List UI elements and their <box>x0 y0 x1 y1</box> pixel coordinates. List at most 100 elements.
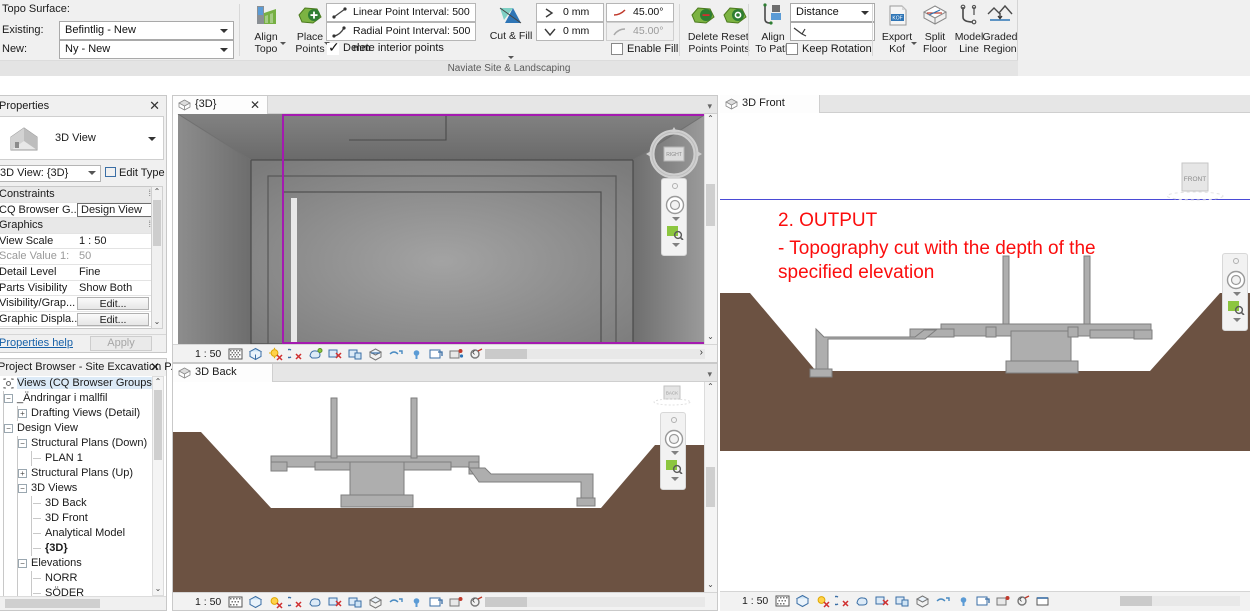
enable-fill-checkbox[interactable] <box>611 43 623 55</box>
apply-button[interactable]: Apply <box>90 336 152 351</box>
property-row[interactable]: CQ Browser G...Design View <box>0 203 155 219</box>
render-dialog-icon[interactable] <box>855 594 870 608</box>
show-crop-region-icon[interactable] <box>348 595 363 609</box>
property-row[interactable]: Visibility/Grap...Edit... <box>0 296 155 312</box>
steering-wheel-icon[interactable] <box>664 429 684 449</box>
steering-wheel-icon[interactable] <box>1226 270 1246 290</box>
scroll-down-icon[interactable]: ⌄ <box>152 317 162 328</box>
project-browser-node[interactable]: +Structural Plans (Up) <box>0 466 153 481</box>
navigation-bar-3d-back[interactable] <box>660 412 686 490</box>
temporary-hide-isolate-icon[interactable] <box>936 594 951 608</box>
property-edit-button[interactable]: Edit... <box>77 297 149 310</box>
constraints-icon[interactable] <box>1016 594 1031 608</box>
reveal-hidden-icon[interactable] <box>956 594 971 608</box>
scroll-left-icon[interactable]: ‹ <box>1019 594 1022 605</box>
existing-topo-surface-dropdown[interactable]: Befintlig - New <box>59 21 234 40</box>
tab-overflow-icon[interactable]: ▾ <box>707 369 712 380</box>
scroll-up-icon[interactable]: ⌃ <box>153 377 163 388</box>
project-browser-node[interactable]: 3D Back <box>0 496 153 511</box>
align-path-field[interactable] <box>790 22 875 41</box>
align-mode-dropdown[interactable]: Distance <box>790 3 875 22</box>
properties-scrollbar[interactable]: ⌃ ⌄ <box>151 186 163 329</box>
navigation-bar-3d-front[interactable] <box>1222 253 1248 331</box>
analytical-model-icon[interactable] <box>996 594 1011 608</box>
sun-path-icon[interactable] <box>268 595 283 609</box>
properties-help-link[interactable]: Properties help <box>0 337 73 349</box>
dropdown-arrow-icon[interactable] <box>508 56 514 59</box>
sun-path-icon[interactable] <box>268 347 283 361</box>
scrollbar-thumb[interactable] <box>153 200 161 246</box>
canvas-hscroll-thumb[interactable] <box>485 349 527 359</box>
tree-collapse-icon[interactable]: − <box>4 424 13 433</box>
tab-3d[interactable]: {3D} ✕ <box>173 96 268 114</box>
tree-expand-icon[interactable]: + <box>18 469 27 478</box>
render-dialog-icon[interactable] <box>308 595 323 609</box>
view-scale-3d[interactable]: 1 : 50 <box>195 348 221 360</box>
project-browser-node[interactable]: +Drafting Views (Detail) <box>0 406 153 421</box>
project-browser-node[interactable]: −Structural Plans (Down) <box>0 436 153 451</box>
property-row[interactable]: Detail LevelFine <box>0 265 155 281</box>
canvas-vscrollbar-3d-back[interactable]: ⌃ ⌄ <box>704 382 717 592</box>
canvas-3d-back[interactable]: BACK ⌃ <box>173 382 717 592</box>
project-browser-node[interactable]: −3D Views <box>0 481 153 496</box>
new-topo-surface-dropdown[interactable]: Ny - New <box>59 40 234 59</box>
project-browser-scrollbar[interactable]: ⌃ ⌄ <box>152 376 164 596</box>
steering-wheel-icon[interactable] <box>665 195 685 215</box>
project-browser-node[interactable]: {3D} <box>0 541 153 556</box>
scroll-down-icon[interactable]: ⌄ <box>705 332 716 344</box>
scroll-left-icon[interactable]: ‹ <box>472 595 475 606</box>
project-browser-node[interactable]: −Elevations <box>0 556 153 571</box>
shadows-off-icon[interactable] <box>835 594 850 608</box>
design-options-icon[interactable] <box>1036 594 1051 608</box>
chevron-down-icon[interactable] <box>1233 318 1241 322</box>
section-box-icon[interactable] <box>368 595 383 609</box>
section-box-icon[interactable] <box>915 594 930 608</box>
temporary-hide-isolate-icon[interactable] <box>389 347 404 361</box>
temporary-view-properties-icon[interactable] <box>429 595 444 609</box>
analytical-model-icon[interactable] <box>449 347 464 361</box>
scroll-up-icon[interactable]: ⌃ <box>705 114 716 126</box>
delete-interior-points-checkbox[interactable]: ✓ <box>327 43 339 55</box>
sun-path-icon[interactable] <box>815 594 830 608</box>
project-browser-hscrollbar[interactable] <box>0 596 166 610</box>
view-cube-3d-front[interactable]: FRONT <box>1164 161 1226 205</box>
align-topo-button[interactable]: AlignTopo <box>244 1 288 59</box>
chevron-down-icon[interactable] <box>672 217 680 221</box>
detail-level-icon[interactable] <box>228 595 243 609</box>
canvas-hscroll-thumb[interactable] <box>1120 596 1152 606</box>
scrollbar-thumb[interactable] <box>706 467 715 507</box>
crop-region-off-icon[interactable] <box>328 595 343 609</box>
close-icon[interactable]: ✕ <box>150 360 160 374</box>
angle-top-field[interactable]: 45.00° <box>606 3 674 22</box>
tree-collapse-icon[interactable]: − <box>18 559 27 568</box>
visual-style-icon[interactable] <box>248 347 263 361</box>
properties-type-selector[interactable]: 3D View: {3D} <box>0 165 101 182</box>
temporary-hide-isolate-icon[interactable] <box>389 595 404 609</box>
project-browser-node[interactable]: PLAN 1 <box>0 451 153 466</box>
tree-collapse-icon[interactable]: − <box>4 394 13 403</box>
tree-collapse-icon[interactable]: − <box>18 439 27 448</box>
tab-overflow-icon[interactable]: ▾ <box>707 101 712 112</box>
property-value-field[interactable]: Design View <box>77 203 152 217</box>
property-row[interactable]: Graphic Displa...Edit... <box>0 312 155 328</box>
scrollbar-thumb[interactable] <box>706 184 715 226</box>
canvas-3d-front[interactable]: FRONT 2. OUTPUT - Topography cut with th… <box>720 113 1250 591</box>
edit-type-button[interactable]: Edit Type <box>105 167 165 179</box>
view-scale-3d-back[interactable]: 1 : 50 <box>195 596 221 608</box>
temporary-view-properties-icon[interactable] <box>429 347 444 361</box>
canvas-vscrollbar-3d[interactable]: ⌃ ⌄ <box>704 114 717 344</box>
section-box-icon[interactable] <box>368 347 383 361</box>
project-browser-node[interactable]: −Views (CQ Browser Groups) <box>0 376 153 391</box>
render-dialog-icon[interactable] <box>308 347 323 361</box>
chevron-down-icon[interactable] <box>1233 292 1241 296</box>
crop-region-off-icon[interactable] <box>875 594 890 608</box>
tree-collapse-icon[interactable]: − <box>18 484 27 493</box>
tab-3d-front[interactable]: 3D Front <box>720 95 820 113</box>
radial-point-interval-field[interactable]: Radial Point Interval: 500 mm <box>326 22 476 41</box>
project-browser-node[interactable]: −_Ändringar i mallfil <box>0 391 153 406</box>
shadows-off-icon[interactable] <box>288 595 303 609</box>
graded-region-button[interactable]: GradedRegion <box>978 1 1022 59</box>
linear-point-interval-field[interactable]: Linear Point Interval: 500 mm <box>326 3 476 22</box>
navigation-bar-3d[interactable] <box>661 178 687 256</box>
shadows-off-icon[interactable] <box>288 347 303 361</box>
